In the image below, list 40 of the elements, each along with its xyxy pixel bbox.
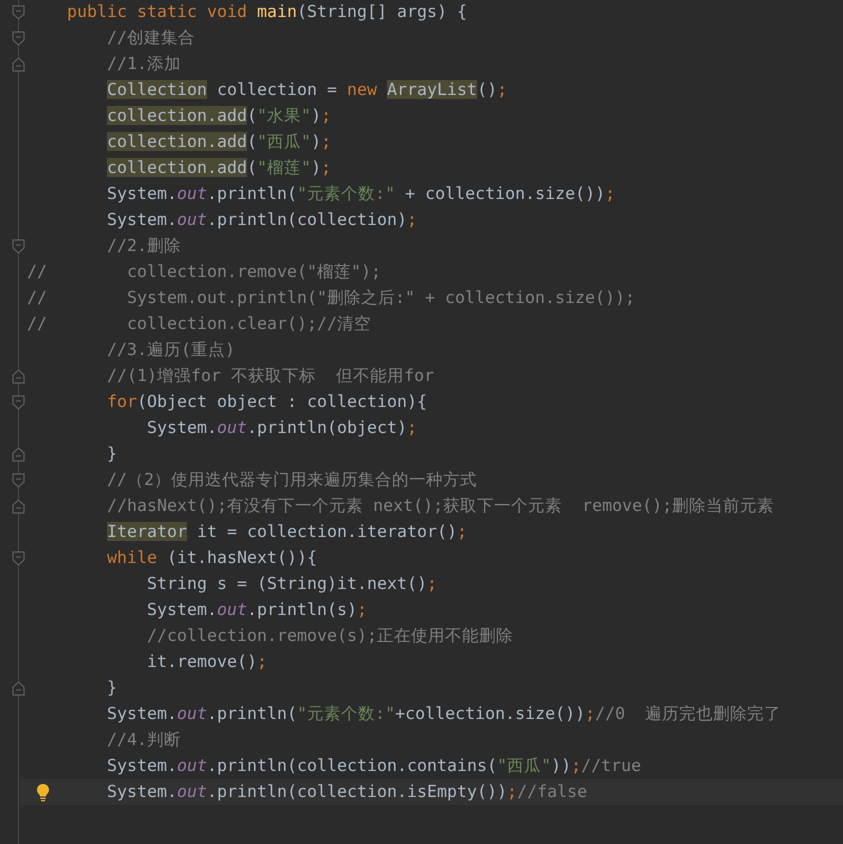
fold-marker-icon[interactable] (12, 56, 25, 72)
code-line: public static void main(String[] args) { (67, 1, 468, 23)
code-line: // collection.clear();//清空 (27, 313, 372, 335)
code-line: //1.添加 (107, 53, 182, 75)
fold-marker-icon[interactable] (12, 368, 25, 384)
code-line: System.out.println("元素个数:"+collection.size());//0 遍历完也删除完了 (107, 703, 782, 725)
code-line: System.out.println(collection); (107, 209, 418, 231)
lightbulb-icon[interactable] (36, 783, 50, 802)
code-line: } (107, 443, 118, 465)
fold-marker-icon[interactable] (12, 446, 25, 462)
fold-marker-icon[interactable] (12, 394, 25, 410)
fold-marker-icon[interactable] (12, 472, 25, 488)
code-line: // collection.remove("榴莲"); (27, 261, 382, 283)
code-line: //(1)增强for 不获取下标 但不能用for (107, 365, 434, 387)
code-line: } (107, 677, 118, 699)
fold-marker-icon[interactable] (12, 680, 25, 696)
code-line: //创建集合 (107, 27, 196, 49)
fold-marker-icon[interactable] (12, 550, 25, 566)
fold-marker-icon[interactable] (12, 30, 25, 46)
code-line: //（2）使用迭代器专门用来遍历集合的一种方式 (107, 469, 478, 491)
code-line: for(Object object : collection){ (107, 391, 428, 413)
code-line: while (it.hasNext()){ (107, 547, 318, 569)
code-line: // System.out.println("删除之后:" + collection.size()); (27, 287, 636, 309)
code-line: //collection.remove(s);正在使用不能删除 (147, 625, 514, 647)
code-line: System.out.println(collection.isEmpty());//false (107, 781, 588, 803)
code-line: it.remove(); (147, 651, 268, 673)
code-line: System.out.println(object); (147, 417, 418, 439)
fold-marker-icon[interactable] (12, 498, 25, 514)
code-line: //2.删除 (107, 235, 182, 257)
code-line: System.out.println(s); (147, 599, 368, 621)
code-line: System.out.println(collection.contains("西瓜"));//true (107, 755, 642, 777)
code-line: //4.判断 (107, 729, 182, 751)
code-line: System.out.println("元素个数:" + collection.size()); (107, 183, 616, 205)
code-line: Iterator it = collection.iterator(); (107, 521, 468, 543)
code-line: Collection collection = new ArrayList(); (107, 79, 508, 101)
code-line: //3.遍历(重点) (107, 339, 236, 361)
fold-marker-icon[interactable] (12, 4, 25, 20)
code-line: //hasNext();有没有下一个元素 next();获取下一个元素 remove();删除当前元素 (107, 495, 774, 517)
code-line: String s = (String)it.next(); (147, 573, 438, 595)
fold-marker-icon[interactable] (12, 238, 25, 254)
